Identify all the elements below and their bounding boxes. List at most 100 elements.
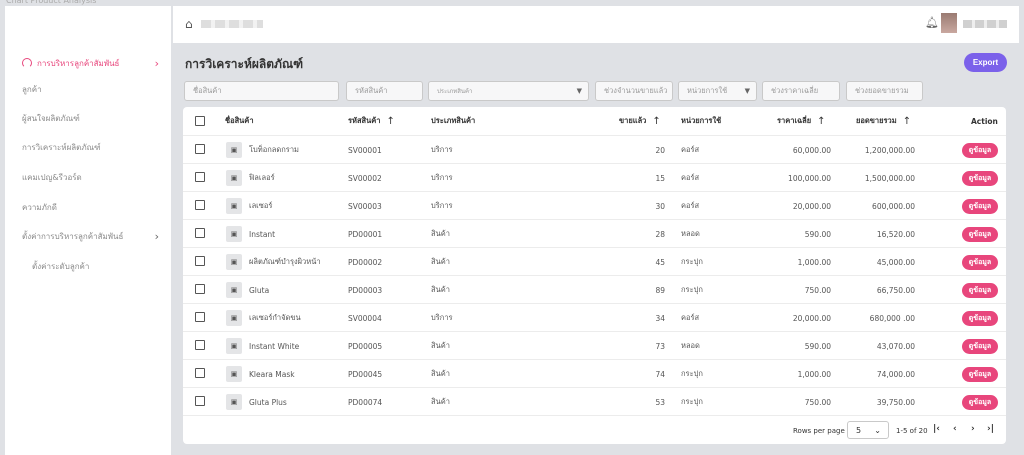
unit-select[interactable]: หน่วยการใช้ ▼ — [678, 81, 757, 101]
cell-unit: หลอด — [681, 341, 700, 350]
rows-per-page-select[interactable]: 5 ⌄ — [847, 421, 889, 439]
cell-product-type: สินค้า — [431, 397, 450, 406]
view-details-button[interactable]: ดูข้อมูล — [962, 339, 998, 354]
sidebar-item-product-analysis[interactable]: การวิเคราะห์ผลิตภัณฑ์ — [5, 136, 171, 158]
sort-arrow-icon[interactable]: ↑ — [903, 116, 911, 127]
cell-total-sales: 74,000.00 — [876, 369, 915, 379]
table-row: ▣ โบท็อกลดกราม SV00001 บริการ 20 คอร์ส 60,000.… — [183, 135, 1006, 163]
caret-down-icon: ▼ — [576, 87, 582, 95]
view-details-button[interactable]: ดูข้อมูล — [962, 199, 998, 214]
page-title: การวิเคราะห์ผลิตภัณฑ์ — [185, 57, 304, 71]
table-row: ▣ ผลิตภัณฑ์บำรุงผิวหน้า PD00002 สินค้า 45 กระ… — [183, 247, 1006, 275]
last-page-icon[interactable]: ›| — [987, 424, 994, 434]
cell-unit: คอร์ส — [681, 201, 700, 210]
header-label: Action — [971, 116, 998, 126]
sidebar-item-loyalty[interactable]: ความภักดี — [5, 196, 171, 218]
cell-unit: กระปุก — [681, 397, 703, 406]
header-label: ประเภทสินค้า — [431, 116, 476, 125]
row-checkbox[interactable] — [195, 144, 205, 154]
view-details-button[interactable]: ดูข้อมูล — [962, 311, 998, 326]
table-row: ▣ เลเซอร์ SV00003 บริการ 30 คอร์ส 20,000.00 600… — [183, 191, 1006, 219]
row-checkbox[interactable] — [195, 396, 205, 406]
product-type-select[interactable]: ประเภทสินค้า ▼ — [428, 81, 589, 101]
cell-product-type: สินค้า — [431, 369, 450, 378]
table-row: ▣ Gluta Plus PD00074 สินค้า 53 กระปุก 750.00 39… — [183, 387, 1006, 415]
table-row: ▣ เลเซอร์กำจัดขน SV00004 บริการ 34 คอร์ส 20,00… — [183, 303, 1006, 331]
header-label: ขายแล้ว — [619, 116, 647, 125]
header-sold[interactable]: ขายแล้ว ↑ — [619, 107, 661, 135]
image-placeholder-icon: ▣ — [226, 366, 242, 382]
header-total-sales[interactable]: ยอดขายรวม ↑ — [856, 107, 911, 135]
cell-product-type: สินค้า — [431, 257, 450, 266]
header-product-name[interactable]: ชื่อสินค้า — [225, 107, 254, 135]
cell-unit: กระปุก — [681, 257, 703, 266]
cell-avg-price: 590.00 — [804, 341, 831, 351]
header-product-code[interactable]: รหัสสินค้า ↑ — [348, 107, 395, 135]
cell-avg-price: 750.00 — [804, 285, 831, 295]
cell-avg-price: 590.00 — [804, 229, 831, 239]
cell-product-name: Instant White — [249, 341, 300, 351]
avatar[interactable] — [941, 13, 957, 33]
rows-per-page-value: 5 — [856, 425, 862, 435]
cell-product-name: Gluta — [249, 285, 270, 295]
first-page-icon[interactable]: |‹ — [933, 424, 940, 434]
sidebar-item-leads[interactable]: ผู้สนใจผลิตภัณฑ์ — [5, 107, 171, 129]
cell-product-type: สินค้า — [431, 229, 450, 238]
view-details-button[interactable]: ดูข้อมูล — [962, 171, 998, 186]
cell-unit: กระปุก — [681, 369, 703, 378]
avg-price-range-filter[interactable]: ช่วงราคาเฉลี่ย — [762, 81, 840, 101]
cell-product-name: ผลิตภัณฑ์บำรุงผิวหน้า — [249, 257, 321, 266]
view-details-button[interactable]: ดูข้อมูล — [962, 283, 998, 298]
product-name-filter[interactable]: ชื่อสินค้า — [184, 81, 339, 101]
row-checkbox[interactable] — [195, 312, 205, 322]
row-checkbox[interactable] — [195, 172, 205, 182]
export-button[interactable]: Export — [964, 53, 1007, 72]
header-avg-price[interactable]: ราคาเฉลี่ย ↑ — [777, 107, 826, 135]
prev-page-icon[interactable]: ‹ — [953, 424, 957, 434]
cell-unit: คอร์ส — [681, 173, 700, 182]
view-details-button[interactable]: ดูข้อมูล — [962, 395, 998, 410]
row-checkbox[interactable] — [195, 228, 205, 238]
user-name[interactable] — [963, 20, 1007, 28]
cell-unit: หลอด — [681, 229, 700, 238]
cell-total-sales: 16,520.00 — [876, 229, 915, 239]
table-row: ▣ Kleara Mask PD00045 สินค้า 74 กระปุก 1,000.0… — [183, 359, 1006, 387]
sort-arrow-icon[interactable]: ↑ — [817, 116, 825, 127]
cell-product-code: SV00003 — [348, 201, 382, 211]
image-placeholder-icon: ▣ — [226, 310, 242, 326]
sidebar-item-customer-tiers[interactable]: ตั้งค่าระดับลูกค้า — [5, 255, 171, 277]
cell-sold: 45 — [655, 257, 665, 267]
sidebar-item-customers[interactable]: ลูกค้า — [5, 78, 171, 100]
row-checkbox[interactable] — [195, 340, 205, 350]
header-unit[interactable]: หน่วยการใช้ — [681, 107, 721, 135]
select-all-checkbox[interactable] — [195, 116, 205, 126]
cell-product-code: PD00001 — [348, 229, 383, 239]
view-details-button[interactable]: ดูข้อมูล — [962, 143, 998, 158]
sidebar-item-crm[interactable]: การบริหารลูกค้าสัมพันธ์ › — [5, 52, 171, 74]
next-page-icon[interactable]: › — [971, 424, 975, 434]
cell-sold: 15 — [655, 173, 665, 183]
view-details-button[interactable]: ดูข้อมูล — [962, 367, 998, 382]
sold-range-filter[interactable]: ช่วงจำนวนขายแล้ว — [595, 81, 673, 101]
bell-icon[interactable]: 🔔︎ — [925, 16, 939, 29]
cell-avg-price: 1,000.00 — [797, 257, 831, 267]
header-label: รหัสสินค้า — [348, 116, 381, 125]
view-details-button[interactable]: ดูข้อมูล — [962, 255, 998, 270]
sidebar-item-crm-settings[interactable]: ตั้งค่าการบริหารลูกค้าสัมพันธ์ › — [5, 225, 171, 247]
cell-total-sales: 39,750.00 — [876, 397, 915, 407]
row-checkbox[interactable] — [195, 284, 205, 294]
cell-product-code: PD00002 — [348, 257, 383, 267]
sort-arrow-icon[interactable]: ↑ — [652, 116, 660, 127]
row-checkbox[interactable] — [195, 256, 205, 266]
product-code-filter[interactable]: รหัสสินค้า — [346, 81, 423, 101]
header-product-type[interactable]: ประเภทสินค้า — [431, 107, 475, 135]
cell-product-code: SV00002 — [348, 173, 382, 183]
row-checkbox[interactable] — [195, 200, 205, 210]
cell-product-name: เลเซอร์กำจัดขน — [249, 313, 301, 322]
sidebar-item-campaign[interactable]: แคมเปญ&รีวอร์ด — [5, 166, 171, 188]
view-details-button[interactable]: ดูข้อมูล — [962, 227, 998, 242]
total-sales-range-filter[interactable]: ช่วงยอดขายรวม — [846, 81, 923, 101]
home-icon[interactable]: ⌂ — [185, 17, 193, 31]
row-checkbox[interactable] — [195, 368, 205, 378]
sort-arrow-icon[interactable]: ↑ — [386, 116, 394, 127]
